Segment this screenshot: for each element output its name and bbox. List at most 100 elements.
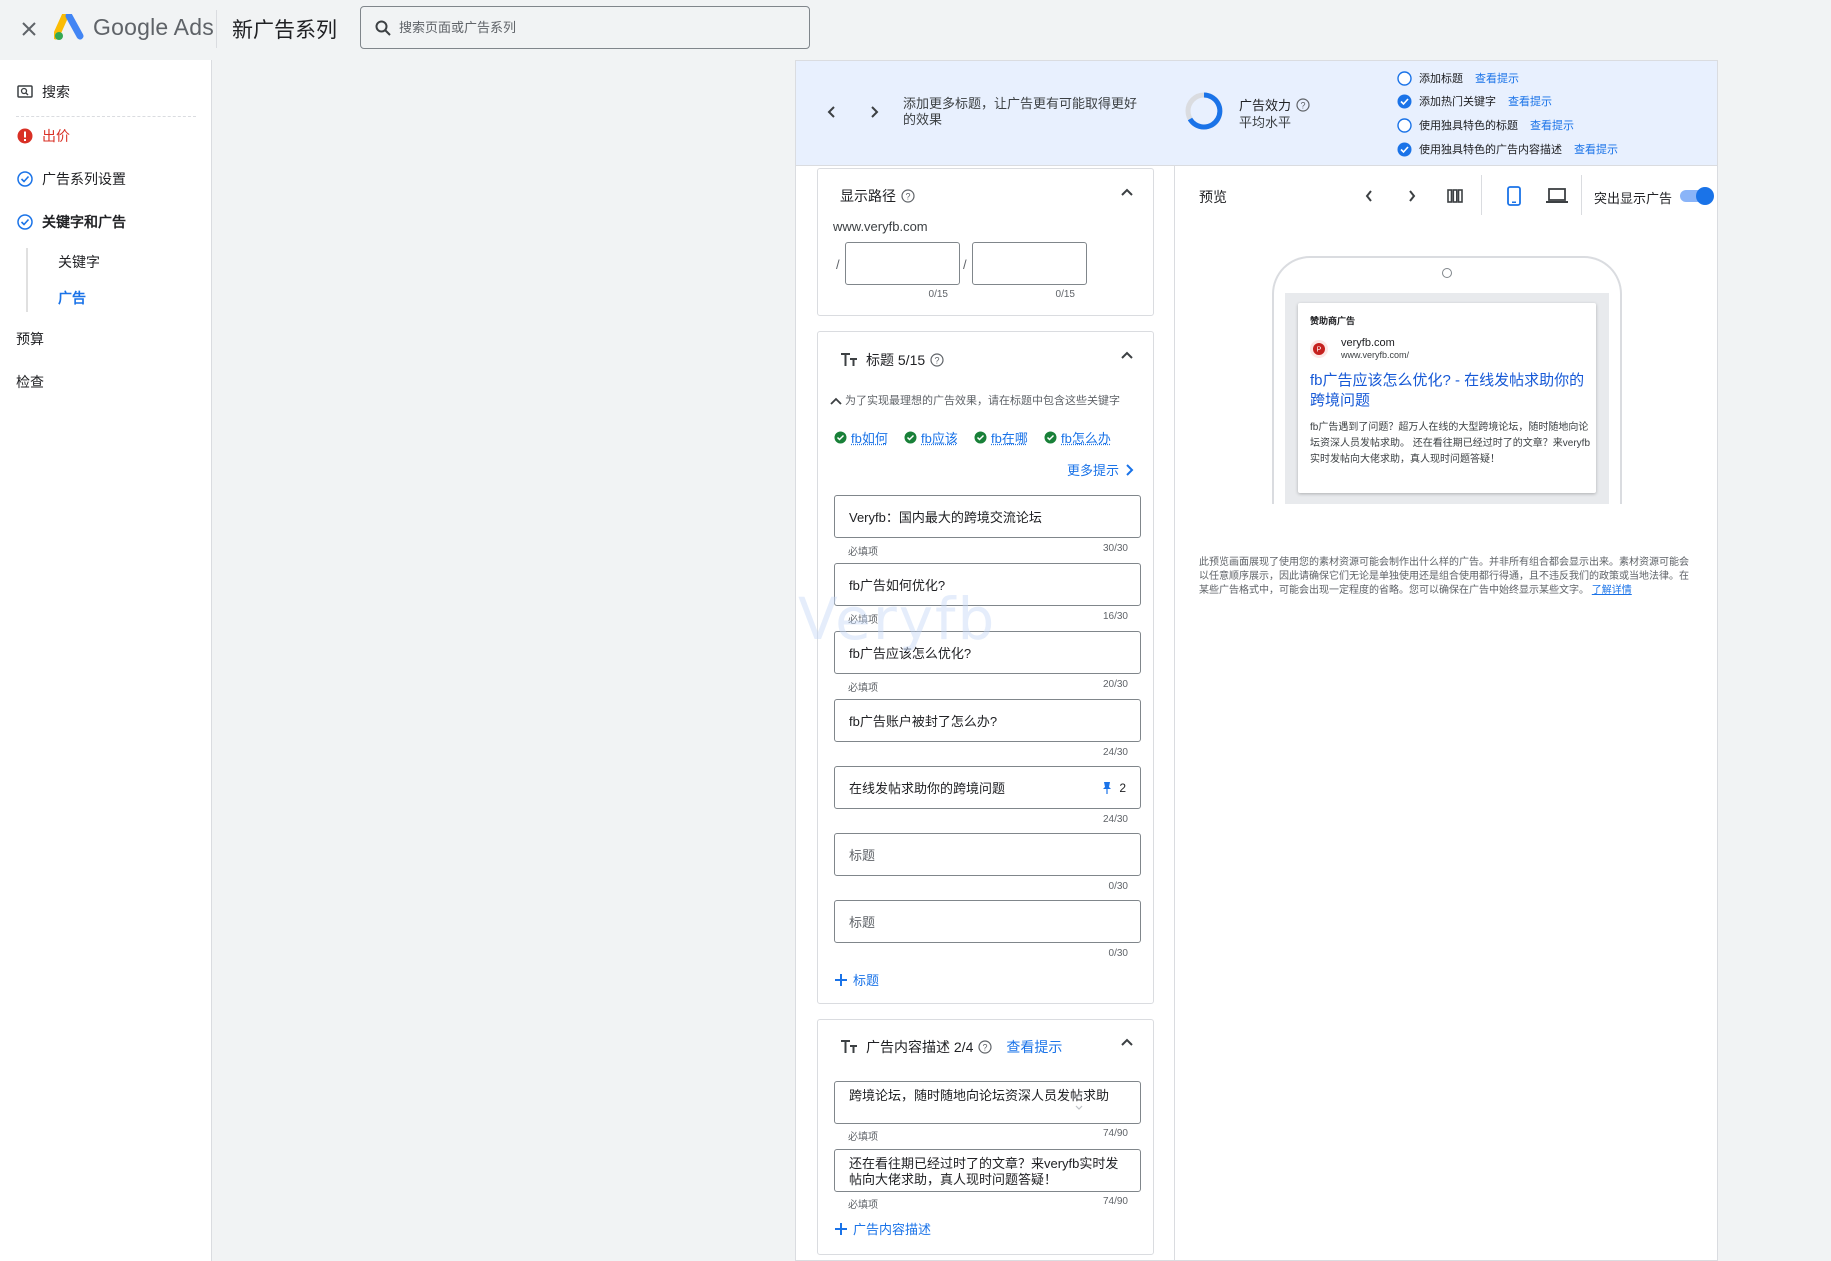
headline-input[interactable]: Veryfb：国内最大的跨境交流论坛 bbox=[834, 495, 1141, 538]
help-icon[interactable]: ? bbox=[978, 1040, 992, 1054]
headline-placeholder: 标题 bbox=[849, 915, 876, 930]
sidebar-item-label: 预算 bbox=[16, 331, 44, 347]
google-ads-logo-icon bbox=[54, 14, 84, 42]
char-count: 24/30 bbox=[1102, 814, 1128, 825]
char-count: 0/15 bbox=[928, 289, 948, 300]
keyword-chip[interactable]: fb怎么办 bbox=[1044, 428, 1111, 447]
char-count: 16/30 bbox=[1102, 611, 1128, 622]
keyword-chip[interactable]: fb在哪 bbox=[974, 428, 1028, 447]
path1-input[interactable] bbox=[845, 242, 960, 285]
help-icon[interactable]: ? bbox=[901, 189, 915, 203]
help-icon[interactable]: ? bbox=[1296, 97, 1310, 112]
mobile-device-icon[interactable] bbox=[1499, 181, 1529, 211]
add-description-label: 广告内容描述 bbox=[853, 1222, 932, 1237]
headlines-title: 标题 5/15 ? bbox=[840, 350, 944, 370]
description-value: 还在看往期已经过时了的文章？来veryfb实时发帖向大佬求助，真人现时问题答疑！ bbox=[849, 1156, 1119, 1187]
plus-icon bbox=[834, 973, 848, 987]
pin-indicator[interactable]: 2 bbox=[1102, 781, 1126, 795]
headline-placeholder: 标题 bbox=[849, 848, 876, 863]
char-count: 30/30 bbox=[1102, 543, 1128, 554]
chevron-up-icon bbox=[830, 396, 842, 405]
sidebar-item-label: 广告 bbox=[58, 290, 86, 306]
path2-input[interactable] bbox=[972, 242, 1087, 285]
more-hints-link[interactable]: 更多提示 bbox=[1067, 460, 1134, 479]
required-label: 必填项 bbox=[848, 1132, 878, 1143]
headline-input[interactable]: fb广告账户被封了怎么办? bbox=[834, 699, 1141, 742]
collapse-icon[interactable] bbox=[1115, 1030, 1139, 1054]
ad-headline[interactable]: fb广告应该怎么优化? - 在线发帖求助你的跨境问题 bbox=[1310, 371, 1590, 411]
sidebar-item-campaign-settings[interactable]: 广告系列设置 bbox=[16, 169, 126, 189]
search-box[interactable] bbox=[360, 6, 810, 49]
checklist-label: 添加热门关键字 bbox=[1419, 96, 1496, 108]
required-label: 必填项 bbox=[848, 547, 878, 558]
sidebar-item-keywords-and-ads[interactable]: 关键字和广告 bbox=[16, 212, 126, 232]
close-icon[interactable] bbox=[14, 14, 44, 44]
keyword-hint[interactable]: 为了实现最理想的广告效果，请在标题中包含这些关键字 bbox=[830, 392, 1120, 408]
ad-strength-ring-icon bbox=[1184, 91, 1224, 131]
description-input[interactable]: 跨境论坛，随时随地向论坛资深人员发帖求助 bbox=[834, 1081, 1141, 1124]
phone-camera bbox=[1442, 268, 1452, 278]
desktop-device-icon[interactable] bbox=[1542, 181, 1572, 211]
checked-circle-icon bbox=[1397, 142, 1412, 157]
check-circle-icon bbox=[834, 431, 847, 444]
path-separator: / bbox=[963, 257, 967, 272]
checklist-item: 添加标题 查看提示 bbox=[1397, 69, 1519, 87]
display-path-title: 显示路径 ? bbox=[840, 186, 915, 206]
check-circle-icon bbox=[1044, 431, 1057, 444]
char-count: 20/30 bbox=[1102, 679, 1128, 690]
headline-input[interactable]: 标题 bbox=[834, 900, 1141, 943]
highlight-ad-toggle[interactable] bbox=[1679, 186, 1715, 206]
sidebar-item-review[interactable]: 检查 bbox=[16, 372, 44, 392]
ad-url: www.veryfb.com/ bbox=[1341, 350, 1410, 360]
sidebar: 搜索 出价 广告系列设置 关键字和广告 关键字 广告 预算 检查 bbox=[0, 60, 212, 1261]
sidebar-item-keywords[interactable]: 关键字 bbox=[58, 252, 100, 272]
view-hint-link[interactable]: 查看提示 bbox=[1475, 70, 1519, 86]
sponsored-label: 赞助商广告 bbox=[1310, 316, 1356, 326]
ad-domain: veryfb.com bbox=[1341, 337, 1395, 349]
sidebar-item-label: 搜索 bbox=[42, 84, 70, 100]
chevron-right-icon[interactable] bbox=[859, 97, 889, 127]
sidebar-item-bidding[interactable]: 出价 bbox=[16, 126, 70, 146]
pin-icon bbox=[1102, 781, 1112, 795]
sidebar-item-label: 关键字 bbox=[58, 254, 100, 270]
ad-description: fb广告遇到了问题？超万人在线的大型跨境论坛，随时随地向论坛资深人员发帖求助。 … bbox=[1310, 422, 1591, 465]
svg-text:?: ? bbox=[1301, 100, 1306, 110]
keyword-chip[interactable]: fb如何 bbox=[834, 428, 888, 447]
learn-more-link[interactable]: 了解详情 bbox=[1592, 585, 1632, 596]
sidebar-item-budget[interactable]: 预算 bbox=[16, 329, 44, 349]
collapse-icon[interactable] bbox=[1115, 180, 1139, 204]
headline-input[interactable]: 在线发帖求助你的跨境问题 2 bbox=[834, 766, 1141, 809]
checklist-item: 使用独具特色的标题 查看提示 bbox=[1397, 116, 1574, 134]
svg-text:?: ? bbox=[935, 356, 940, 366]
page-title: 新广告系列 bbox=[232, 19, 337, 42]
divider bbox=[216, 10, 217, 48]
chevron-right-icon[interactable] bbox=[1397, 181, 1427, 211]
sidebar-item-search[interactable]: 搜索 bbox=[16, 82, 70, 102]
chevron-left-icon[interactable] bbox=[1354, 181, 1384, 211]
more-hints-text: 更多提示 bbox=[1067, 463, 1120, 478]
unchecked-circle-icon bbox=[1397, 117, 1412, 133]
keyword-text: fb怎么办 bbox=[1061, 431, 1111, 446]
description-input[interactable]: 还在看往期已经过时了的文章？来veryfb实时发帖向大佬求助，真人现时问题答疑！ bbox=[834, 1149, 1141, 1192]
view-hint-link[interactable]: 查看提示 bbox=[1530, 117, 1574, 133]
view-hint-link[interactable]: 查看提示 bbox=[1508, 93, 1552, 109]
view-all-icon[interactable] bbox=[1440, 181, 1470, 211]
display-domain: www.veryfb.com bbox=[833, 219, 928, 234]
view-hint-link[interactable]: 查看提示 bbox=[1574, 141, 1618, 157]
collapse-icon[interactable] bbox=[1115, 343, 1139, 367]
scroll-arrows-icon[interactable] bbox=[1075, 1092, 1083, 1112]
view-hint-link[interactable]: 查看提示 bbox=[1006, 1037, 1062, 1057]
sidebar-item-ads[interactable]: 广告 bbox=[58, 288, 86, 308]
add-headline-button[interactable]: 标题 bbox=[834, 970, 879, 989]
keyword-chip[interactable]: fb应该 bbox=[904, 428, 958, 447]
search-input[interactable] bbox=[399, 20, 799, 35]
headline-input[interactable]: 标题 bbox=[834, 833, 1141, 876]
add-description-button[interactable]: 广告内容描述 bbox=[834, 1219, 931, 1238]
keyword-text: fb在哪 bbox=[991, 431, 1028, 446]
keyword-hint-text: 为了实现最理想的广告效果，请在标题中包含这些关键字 bbox=[845, 395, 1120, 407]
search-page-icon bbox=[16, 83, 34, 101]
chevron-left-icon[interactable] bbox=[817, 97, 847, 127]
checked-circle-icon bbox=[1397, 94, 1412, 109]
required-label: 必填项 bbox=[848, 1200, 878, 1211]
help-icon[interactable]: ? bbox=[930, 353, 944, 367]
